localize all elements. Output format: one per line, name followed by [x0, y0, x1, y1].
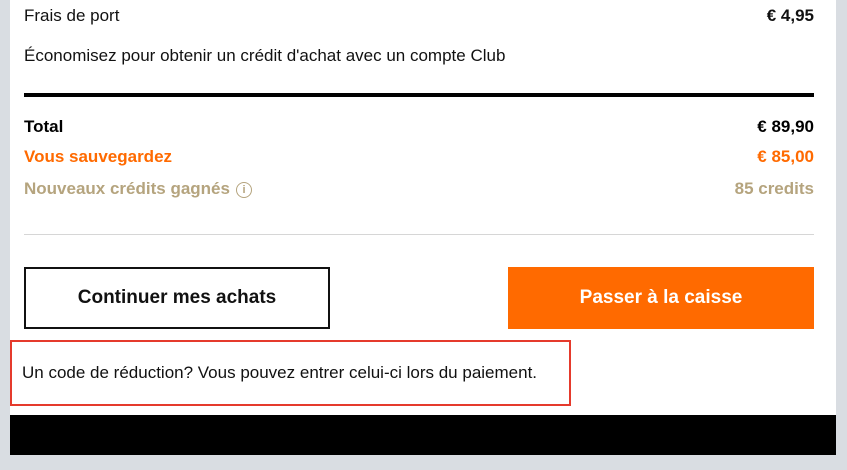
continue-shopping-button[interactable]: Continuer mes achats	[24, 267, 330, 329]
footer-bar	[10, 415, 836, 455]
club-note-row: Économisez pour obtenir un crédit d'acha…	[24, 46, 814, 66]
total-label: Total	[24, 117, 64, 136]
savings-label: Vous sauvegardez	[24, 147, 173, 166]
section-divider	[24, 234, 814, 235]
shipping-label: Frais de port	[24, 6, 120, 25]
credits-label: Nouveaux crédits gagnés	[24, 179, 230, 198]
credits-row: Nouveaux crédits gagnés i 85 credits	[24, 179, 814, 199]
savings-value: € 85,00	[757, 147, 814, 166]
savings-row: Vous sauvegardez € 85,00	[24, 147, 814, 167]
promo-code-notice: Un code de réduction? Vous pouvez entrer…	[10, 340, 571, 406]
checkout-button[interactable]: Passer à la caisse	[508, 267, 814, 329]
credits-value: 85 credits	[734, 179, 814, 198]
club-note: Économisez pour obtenir un crédit d'acha…	[24, 46, 506, 65]
promo-note: Un code de réduction? Vous pouvez entrer…	[22, 363, 538, 382]
shipping-value: € 4,95	[766, 6, 814, 25]
shipping-row: Frais de port € 4,95	[24, 6, 814, 26]
total-value: € 89,90	[757, 117, 814, 136]
credits-label-group: Nouveaux crédits gagnés i	[24, 179, 252, 199]
info-icon[interactable]: i	[235, 181, 252, 198]
total-row: Total € 89,90	[24, 117, 814, 137]
summary-divider	[24, 93, 814, 97]
